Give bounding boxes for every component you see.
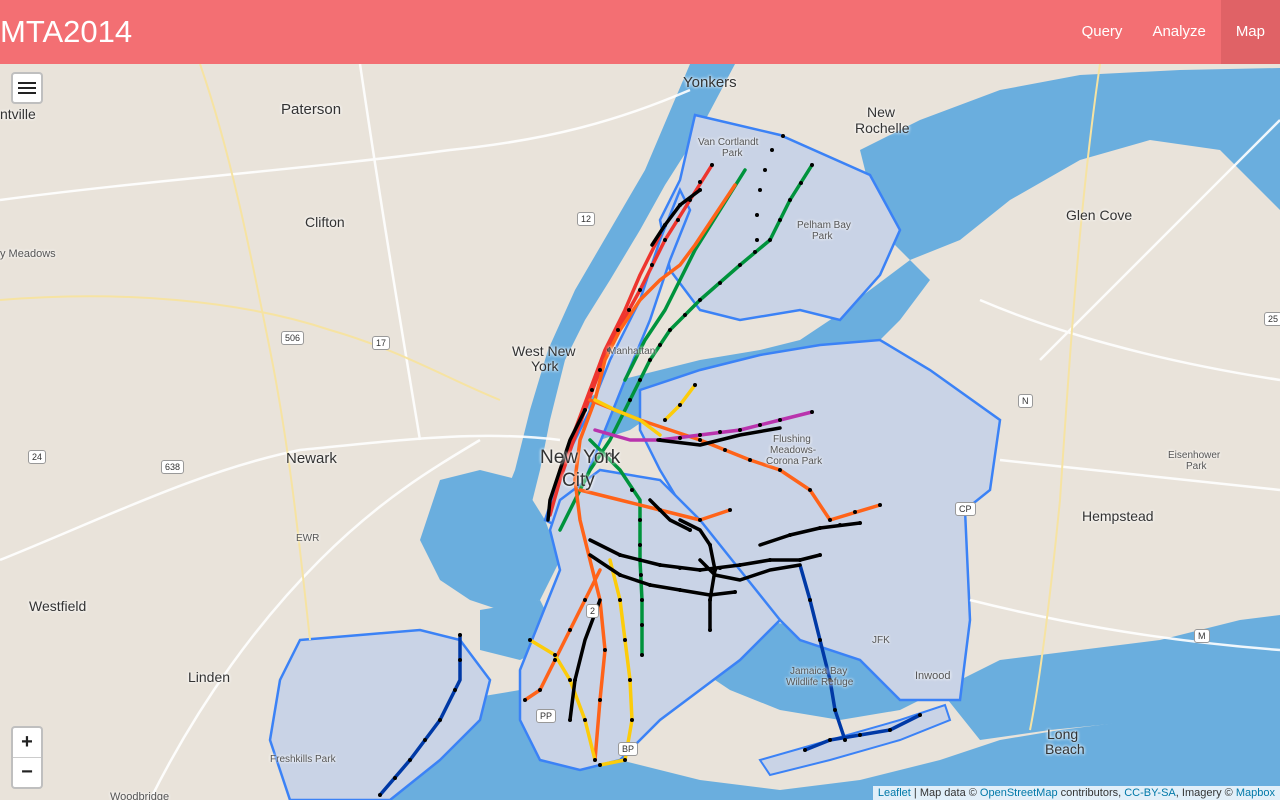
menu-icon-bar — [18, 82, 36, 84]
label-yonkers: Yonkers — [683, 74, 737, 91]
label-new-york-2: City — [562, 470, 595, 491]
route-shield-506: 506 — [281, 331, 305, 345]
label-paterson: Paterson — [281, 101, 342, 118]
label-westfield: Westfield — [29, 598, 87, 614]
route-shield-25: 25 — [1264, 312, 1280, 326]
menu-icon-bar — [18, 87, 36, 89]
label-flushing-2: Meadows- — [770, 445, 817, 456]
map-container[interactable]: Yonkers Paterson New Rochelle Glen Cove … — [0, 64, 1280, 800]
leaflet-link[interactable]: Leaflet — [878, 787, 911, 799]
brand-title[interactable]: MTA2014 — [0, 0, 132, 64]
label-hempstead: Hempstead — [1082, 508, 1154, 524]
label-flushing-3: Corona Park — [766, 456, 823, 467]
label-west-new-york-2: York — [531, 358, 559, 374]
route-shield-17: 17 — [372, 336, 391, 350]
navbar: MTA2014 Query Analyze Map — [0, 0, 1280, 64]
label-manhattan: Manhattan — [608, 346, 656, 357]
label-new-rochelle-1: New — [867, 104, 896, 120]
nav-item-analyze[interactable]: Analyze — [1137, 0, 1220, 64]
label-woodbridge: Woodbridge — [110, 791, 170, 800]
layers-menu-button[interactable] — [11, 72, 43, 104]
attribution-text: | Map data © — [910, 787, 980, 799]
label-jamaica-1: Jamaica Bay — [790, 666, 848, 677]
nav-item-map[interactable]: Map — [1220, 0, 1280, 64]
label-jfk: JFK — [872, 635, 890, 646]
label-jamaica-2: Wildlife Refuge — [786, 677, 854, 688]
route-shield-24: 24 — [28, 450, 47, 464]
label-new-york-1: New York — [540, 447, 621, 468]
label-new-rochelle-2: Rochelle — [855, 120, 910, 136]
route-shield-2: 2 — [586, 604, 600, 618]
zoom-in-button[interactable]: + — [13, 728, 41, 757]
menu-icon-bar — [18, 92, 36, 94]
label-eisenhower-2: Park — [1186, 461, 1207, 472]
label-van-cortlandt-2: Park — [722, 148, 743, 159]
label-clifton: Clifton — [305, 214, 345, 230]
label-west-new-york-1: West New — [512, 343, 576, 359]
route-shield-m: M — [1194, 629, 1210, 643]
route-shield-cp: CP — [955, 502, 976, 516]
nav-item-query[interactable]: Query — [1067, 0, 1138, 64]
mapbox-link[interactable]: Mapbox — [1236, 787, 1275, 799]
label-long-beach-2: Beach — [1045, 741, 1085, 757]
label-linden: Linden — [188, 669, 231, 685]
newark-bay — [420, 470, 560, 610]
route-shield-638: 638 — [161, 460, 185, 474]
zoom-control: + − — [11, 726, 43, 789]
label-long-beach-1: Long — [1047, 726, 1079, 742]
attribution-text: contributors, — [1057, 787, 1125, 799]
route-shield-pp: PP — [536, 709, 557, 723]
map-canvas — [0, 64, 1280, 800]
attribution-text: , Imagery © — [1175, 787, 1236, 799]
label-pelham-bay-2: Park — [812, 231, 833, 242]
label-newark: Newark — [286, 450, 337, 467]
label-inwood: Inwood — [915, 670, 951, 682]
label-pelham-bay-1: Pelham Bay — [797, 220, 851, 231]
label-van-cortlandt-1: Van Cortlandt — [698, 137, 759, 148]
map-attribution: Leaflet | Map data © OpenStreetMap contr… — [872, 786, 1280, 800]
nav-menu: Query Analyze Map — [1067, 0, 1280, 64]
label-freshkills: Freshkills Park — [270, 754, 336, 765]
route-shield-bp: BP — [618, 742, 639, 756]
long-island-sound — [860, 68, 1280, 260]
label-glen-cove: Glen Cove — [1066, 207, 1133, 223]
route-shield-n: N — [1018, 394, 1033, 408]
label-y-meadows: y Meadows — [0, 248, 56, 260]
label-ntville: ntville — [0, 106, 36, 122]
label-ewr: EWR — [296, 533, 320, 544]
cc-by-sa-link[interactable]: CC-BY-SA — [1124, 787, 1176, 799]
route-shield-12: 12 — [577, 212, 596, 226]
label-eisenhower-1: Eisenhower — [1168, 450, 1221, 461]
zoom-out-button[interactable]: − — [13, 757, 41, 787]
label-flushing-1: Flushing — [773, 434, 811, 445]
osm-link[interactable]: OpenStreetMap — [980, 787, 1058, 799]
